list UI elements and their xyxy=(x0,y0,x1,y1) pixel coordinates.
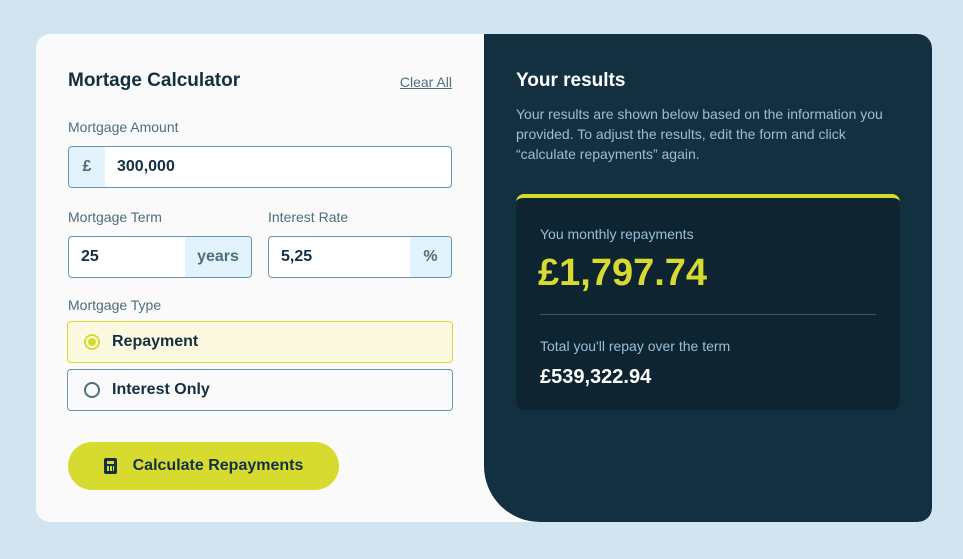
rate-suffix: % xyxy=(410,237,451,277)
calculate-repayments-button[interactable]: Calculate Repayments xyxy=(68,442,339,490)
mortgage-calculator-card: Mortage Calculator Clear All Mortgage Am… xyxy=(36,34,932,522)
calculator-title: Mortage Calculator xyxy=(68,70,241,91)
results-summary-box: You monthly repayments £1,797.74 Total y… xyxy=(516,194,900,410)
interest-rate-input[interactable] xyxy=(269,237,410,277)
radio-repayment-label: Repayment xyxy=(112,333,199,350)
results-panel: Your results Your results are shown belo… xyxy=(484,34,932,522)
calculator-form-panel: Mortage Calculator Clear All Mortgage Am… xyxy=(36,34,484,522)
mortgage-amount-input[interactable] xyxy=(105,147,451,187)
monthly-repayments-value: £1,797.74 xyxy=(538,252,708,294)
radio-interest-only[interactable]: Interest Only xyxy=(67,369,453,411)
results-divider xyxy=(540,314,876,315)
interest-rate-label: Interest Rate xyxy=(268,209,349,225)
mortgage-amount-label: Mortgage Amount xyxy=(68,119,179,135)
radio-unselected-icon xyxy=(84,382,100,398)
results-title: Your results xyxy=(516,70,626,91)
radio-repayment[interactable]: Repayment xyxy=(67,321,453,363)
mortgage-amount-field: £ xyxy=(68,146,452,188)
mortgage-term-input[interactable] xyxy=(69,237,185,277)
mortgage-type-label: Mortgage Type xyxy=(68,297,162,313)
radio-interest-only-label: Interest Only xyxy=(112,381,210,398)
total-repay-label: Total you'll repay over the term xyxy=(540,338,731,354)
calculate-button-label: Calculate Repayments xyxy=(132,457,304,474)
calculator-icon xyxy=(103,458,117,474)
monthly-repayments-label: You monthly repayments xyxy=(540,226,694,242)
radio-selected-icon xyxy=(84,334,100,350)
term-suffix: years xyxy=(185,237,251,277)
mortgage-term-field: years xyxy=(68,236,252,278)
total-repay-value: £539,322.94 xyxy=(540,366,652,388)
currency-prefix: £ xyxy=(69,147,105,187)
interest-rate-field: % xyxy=(268,236,452,278)
mortgage-term-label: Mortgage Term xyxy=(68,209,162,225)
results-description: Your results are shown below based on th… xyxy=(516,106,883,162)
clear-all-link[interactable]: Clear All xyxy=(400,74,452,90)
